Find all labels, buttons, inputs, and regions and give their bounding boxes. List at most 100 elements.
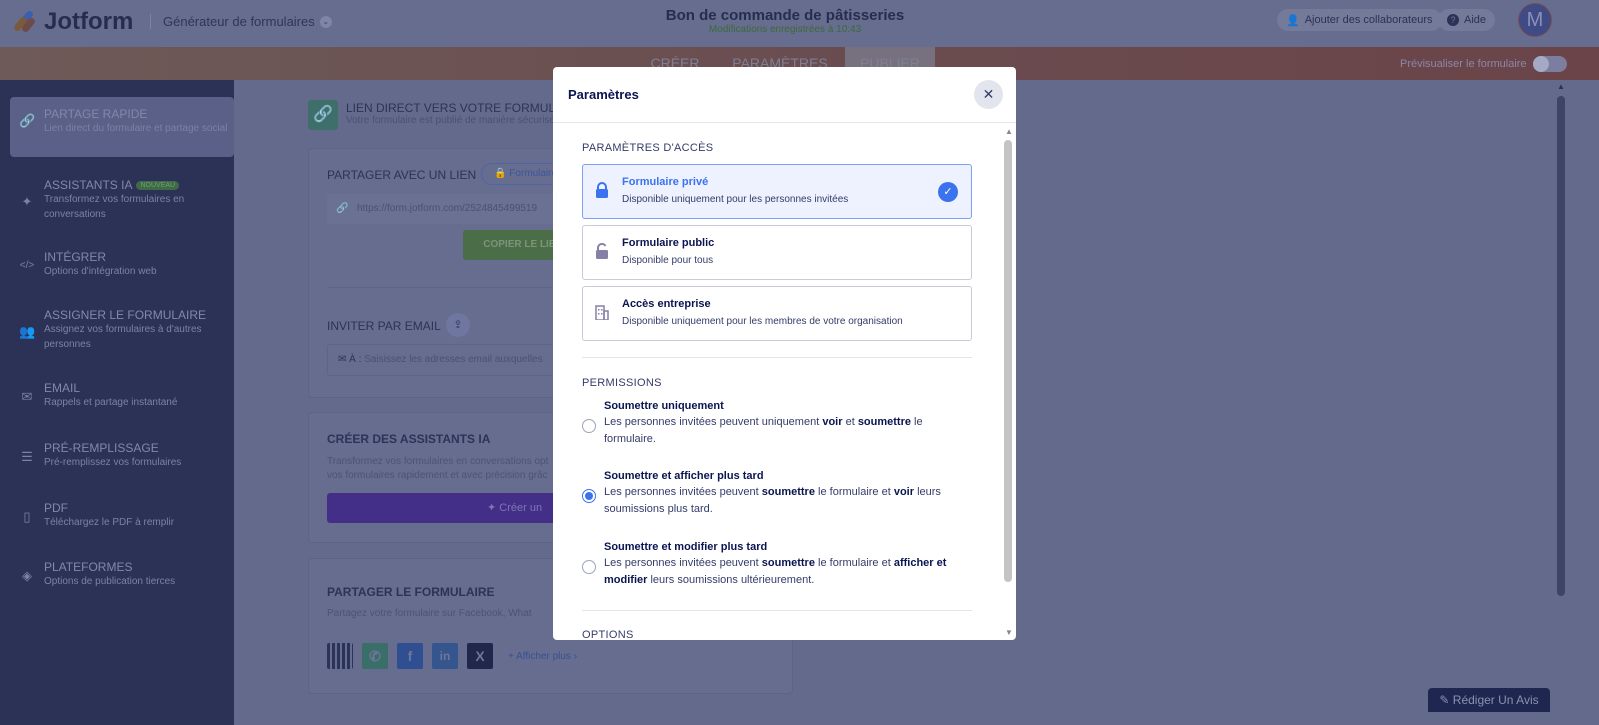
users-icon: 👥	[19, 324, 36, 339]
ai-desc-line: vos formulaires rapidement et avec préci…	[327, 470, 548, 481]
upload-icon[interactable]: ⇪	[446, 313, 470, 337]
ai-desc-line: Transformez vos formulaires en conversat…	[327, 456, 549, 467]
envelope-icon: ✉	[21, 389, 33, 404]
modal-scrollbar[interactable]	[1004, 140, 1012, 582]
builder-label: Générateur de formulaires	[163, 14, 315, 29]
page-scrollbar[interactable]	[1557, 96, 1565, 596]
share-link-title: PARTAGER AVEC UN LIEN	[327, 168, 477, 182]
scroll-up-icon[interactable]: ▲	[1557, 82, 1565, 91]
item-desc: Options de publication tierces	[44, 576, 176, 587]
item-title: EMAIL	[44, 381, 81, 395]
form-title-block: Bon de commande de pâtisseries Modificat…	[600, 7, 970, 35]
lock-icon	[596, 182, 608, 198]
chevron-down-icon: ⌄	[319, 15, 332, 28]
sidebar-item-partage-rapide[interactable]: 🔗 PARTAGE RAPIDE Lien direct du formulaire…	[10, 97, 234, 157]
qr-code-icon[interactable]	[327, 643, 353, 669]
scroll-down-icon[interactable]: ▼	[1005, 628, 1013, 637]
preview-toggle[interactable]: Prévisualiser le formulaire	[1400, 56, 1567, 72]
direct-link-header: LIEN DIRECT VERS VOTRE FORMULAIRE Votre f…	[346, 101, 583, 126]
divider	[582, 357, 972, 358]
jotform-logo[interactable]: Jotform	[12, 8, 134, 36]
sidebar: 🔗 PARTAGE RAPIDE Lien direct du formulaire…	[0, 80, 234, 725]
share-form-desc: Partagez votre formulaire sur Facebook, …	[327, 608, 532, 619]
link-icon: 🔗	[308, 100, 338, 130]
permission-title: Soumettre et modifier plus tard	[604, 541, 768, 553]
add-collaborators-button[interactable]: 👤 Ajouter des collaborateurs	[1277, 9, 1442, 31]
radio-button[interactable]	[582, 560, 596, 574]
pdf-icon: ▯	[23, 509, 31, 524]
logo-mark-icon	[12, 9, 37, 34]
divider	[582, 610, 972, 611]
access-option-public[interactable]: Formulaire public Disponible pour tous	[582, 225, 972, 280]
permission-desc: Les personnes invitées peuvent soumettre…	[604, 557, 947, 586]
item-desc: Assignez vos formulaires à d'autres pers…	[44, 324, 202, 350]
facebook-icon[interactable]: f	[397, 643, 423, 669]
permission-submit-edit-later[interactable]: Soumettre et modifier plus tard Les pers…	[582, 541, 972, 589]
brand-name: Jotform	[44, 8, 134, 35]
sidebar-item-email[interactable]: ✉ EMAIL Rappels et partage instantané	[10, 381, 234, 410]
form-title[interactable]: Bon de commande de pâtisseries	[600, 7, 970, 24]
settings-modal: Paramètres ✕ PARAMÈTRES D'ACCÈS Formulai…	[553, 67, 1016, 640]
invite-title: INVITER PAR EMAIL	[327, 319, 441, 333]
avatar[interactable]: M	[1518, 3, 1552, 37]
item-title: ASSISTANTS IA	[44, 178, 133, 192]
radio-button-selected[interactable]	[582, 489, 596, 503]
toggle-switch[interactable]	[1532, 56, 1567, 72]
x-icon[interactable]: X	[467, 643, 493, 669]
whatsapp-icon[interactable]: ✆	[362, 643, 388, 669]
show-more-label: Afficher plus	[516, 650, 571, 662]
item-title: PLATEFORMES	[44, 560, 133, 574]
collaborators-label: Ajouter des collaborateurs	[1304, 14, 1433, 26]
privacy-badge-label: Formulaire	[509, 168, 558, 179]
access-option-enterprise[interactable]: Accès entreprise Disponible uniquement p…	[582, 286, 972, 341]
sidebar-item-assistants-ia[interactable]: ✦ ASSISTANTS IA NOUVEAU Transformez vos for…	[10, 178, 234, 222]
permission-title: Soumettre et afficher plus tard	[604, 470, 764, 482]
access-section-title: PARAMÈTRES D'ACCÈS	[582, 142, 714, 154]
item-title: PDF	[44, 501, 68, 515]
item-title: ASSIGNER LE FORMULAIRE	[44, 308, 207, 322]
sidebar-item-pdf[interactable]: ▯ PDF Téléchargez le PDF à remplir	[10, 501, 234, 530]
direct-link-desc: Votre formulaire est publié de manière s…	[346, 115, 561, 126]
item-desc: Transformez vos formulaires en conversat…	[44, 194, 185, 220]
show-more-link[interactable]: + Afficher plus ›	[508, 651, 577, 662]
permission-submit-view-later[interactable]: Soumettre et afficher plus tard Les pers…	[582, 470, 972, 518]
check-icon: ✓	[938, 182, 958, 202]
user-icon: 👤	[1286, 14, 1300, 27]
item-desc: Options d'intégration web	[44, 266, 157, 277]
write-review-button[interactable]: ✎ Rédiger Un Avis	[1428, 688, 1550, 712]
code-icon: </>	[19, 260, 35, 271]
option-desc: Disponible pour tous	[622, 255, 714, 266]
scroll-up-icon[interactable]: ▲	[1005, 127, 1013, 136]
sidebar-item-integrer[interactable]: </> INTÉGRER Options d'intégration web	[10, 250, 234, 279]
linkedin-icon[interactable]: in	[432, 643, 458, 669]
save-status: Modifications enregistrées à 10:43	[708, 24, 862, 35]
builder-dropdown[interactable]: Générateur de formulaires ⌄	[150, 14, 332, 29]
sparkle-icon: ✦	[487, 502, 497, 514]
sidebar-item-pre-remplissage[interactable]: ☰ PRÉ-REMPLISSAGE Pré-remplissez vos formu…	[10, 441, 234, 470]
email-placeholder: Saisissez les adresses email auxquelles	[364, 354, 543, 365]
ai-desc: Transformez vos formulaires en conversat…	[327, 455, 548, 483]
create-assistant-label: Créer un	[499, 502, 543, 514]
modal-title: Paramètres	[568, 87, 639, 102]
help-button[interactable]: ? Aide	[1438, 9, 1496, 31]
close-button[interactable]: ✕	[974, 80, 1003, 109]
option-desc: Disponible uniquement pour les personnes…	[622, 194, 849, 205]
building-icon	[595, 305, 609, 320]
option-desc: Disponible uniquement pour les membres d…	[622, 316, 903, 327]
form-url: https://form.jotform.com/2524845499519	[357, 203, 538, 214]
envelope-icon: ✉	[338, 354, 347, 365]
access-option-private[interactable]: Formulaire privé Disponible uniquement p…	[582, 164, 972, 219]
permission-submit-only[interactable]: Soumettre uniquement Les personnes invit…	[582, 400, 972, 448]
options-section-title: OPTIONS	[582, 629, 634, 640]
link-icon: 🔗	[19, 113, 36, 128]
permission-title: Soumettre uniquement	[604, 400, 724, 412]
direct-link-title: LIEN DIRECT VERS VOTRE FORMULAIRE	[346, 101, 584, 115]
review-label: Rédiger Un Avis	[1452, 693, 1539, 707]
radio-button[interactable]	[582, 419, 596, 433]
sidebar-item-plateformes[interactable]: ◈ PLATEFORMES Options de publication tierc…	[10, 560, 234, 589]
item-desc: Téléchargez le PDF à remplir	[44, 517, 175, 528]
item-desc: Lien direct du formulaire et partage soc…	[44, 123, 228, 134]
item-title: INTÉGRER	[44, 250, 107, 264]
sidebar-item-assigner[interactable]: 👥 ASSIGNER LE FORMULAIRE Assignez vos form…	[10, 308, 234, 352]
share-form-title: PARTAGER LE FORMULAIRE	[327, 585, 495, 599]
